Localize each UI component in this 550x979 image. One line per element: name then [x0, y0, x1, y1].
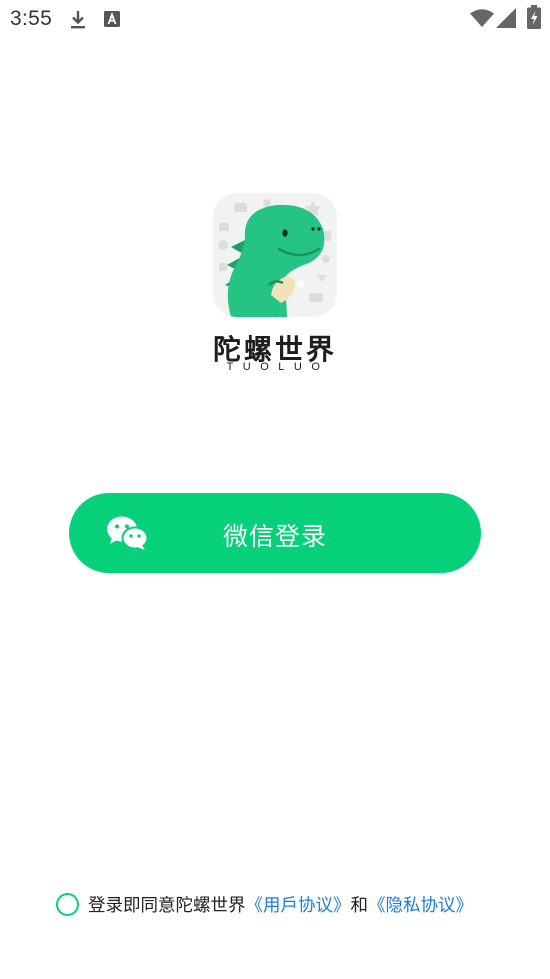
agree-checkbox[interactable] — [56, 892, 79, 916]
dinosaur-logo-icon — [213, 193, 337, 317]
brand-subtitle: TUOLUO — [226, 361, 330, 373]
status-time: 3:55 — [10, 7, 53, 30]
signal-icon — [496, 8, 516, 28]
login-screen: 3:55 陀螺世界 TUOLUO 微信登录 登录即同意陀螺世界 《用戶协议》 和… — [0, 0, 550, 979]
keyboard-a-icon — [104, 11, 120, 27]
wifi-icon — [470, 9, 494, 27]
agreement-conjunction: 和 — [350, 895, 369, 916]
download-icon — [71, 11, 85, 29]
agreement-row: 登录即同意陀螺世界 《用戶协议》 和 《隐私协议》 — [56, 890, 473, 918]
status-bar: 3:55 — [0, 0, 550, 38]
privacy-policy-link[interactable]: 《隐私协议》 — [368, 892, 473, 917]
agreement-prefix: 登录即同意陀螺世界 — [88, 895, 246, 916]
user-agreement-link[interactable]: 《用戶协议》 — [246, 892, 351, 917]
wechat-login-label: 微信登录 — [222, 522, 327, 551]
wechat-login-button[interactable]: 微信登录 — [69, 493, 481, 573]
battery-charging-icon — [527, 5, 541, 29]
